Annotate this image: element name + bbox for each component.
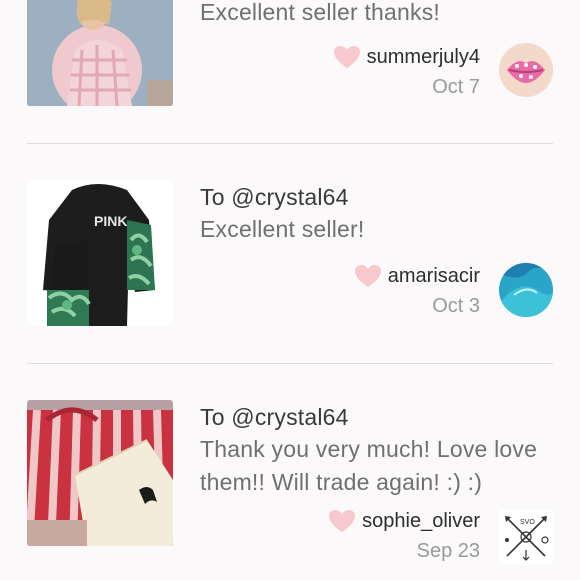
reviewer-avatar[interactable] (499, 43, 553, 97)
crossed-arrows-avatar-icon: SVO (499, 510, 553, 564)
reviewer-username[interactable]: sophie_oliver (362, 510, 480, 533)
heart-icon[interactable] (328, 509, 356, 533)
hoodie-print-text: PINK (94, 213, 127, 229)
reviewer-username[interactable]: summerjuly4 (367, 46, 480, 69)
reviewer-avatar[interactable] (499, 263, 553, 317)
heart-icon[interactable] (354, 264, 382, 288)
review-date: Sep 23 (416, 540, 480, 562)
pink-hoodie-photo-icon: PINK (27, 180, 173, 326)
review-date: Oct 3 (432, 295, 480, 317)
review-item: PINK To @crystal64 Excellent seller! ama… (0, 150, 580, 360)
avatar-monogram: SVO (520, 519, 535, 526)
review-message: Thank you very much! Love love them!! Wi… (200, 436, 538, 495)
review-item: Excellent seller thanks! summerjuly4 Oct… (0, 0, 580, 140)
review-recipient[interactable]: To @crystal64 (200, 404, 349, 431)
review-date: Oct 7 (432, 76, 480, 98)
reviewer-avatar[interactable]: SVO (499, 510, 553, 564)
heart-icon[interactable] (333, 45, 361, 69)
review-message: Excellent seller thanks! (200, 0, 441, 25)
pink-pajamas-photo-icon (27, 0, 173, 106)
divider (27, 143, 553, 144)
divider (27, 363, 553, 364)
review-item: To @crystal64 Thank you very much! Love … (0, 370, 580, 580)
review-meta: summerjuly4 Oct 7 (333, 42, 480, 99)
listing-thumbnail[interactable] (27, 0, 173, 106)
striped-bag-photo-icon (27, 400, 173, 546)
listing-thumbnail[interactable]: PINK (27, 180, 173, 326)
review-message: Excellent seller! (200, 216, 365, 242)
listing-thumbnail[interactable] (27, 400, 173, 546)
lips-avatar-icon (499, 43, 553, 97)
review-meta: amarisacir Oct 3 (354, 261, 480, 318)
review-recipient[interactable]: To @crystal64 (200, 184, 349, 211)
review-meta: sophie_oliver Sep 23 (328, 506, 480, 563)
reviewer-username[interactable]: amarisacir (388, 265, 480, 288)
ocean-avatar-icon (499, 263, 553, 317)
